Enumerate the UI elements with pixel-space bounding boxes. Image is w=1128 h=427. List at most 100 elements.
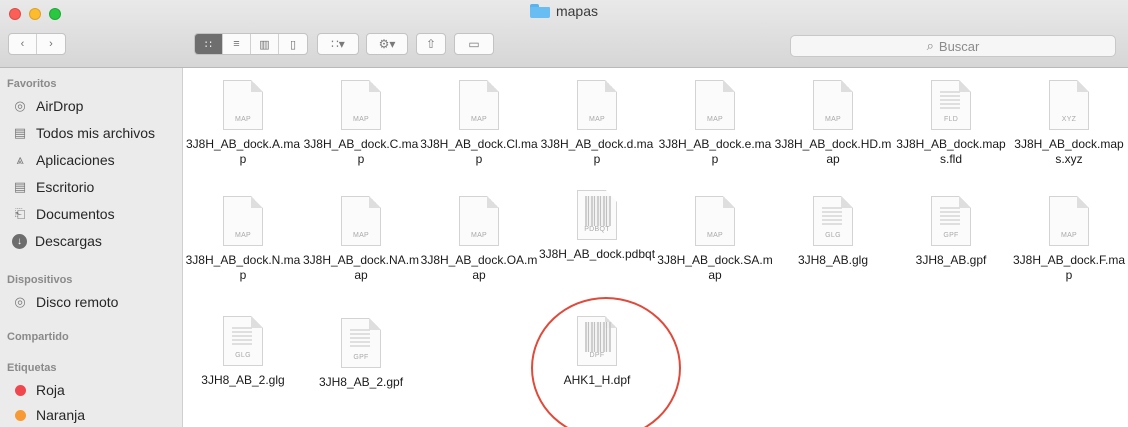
titlebar: mapas ‹ › ∷ ≡ ▥ ▯ ∷▾ ⚙▾ ⇧ ▭ ⌕ Buscar — [0, 0, 1128, 68]
file-item[interactable]: XYZ 3J8H_AB_dock.maps.xyz — [1010, 80, 1128, 167]
file-item[interactable]: GLG 3JH8_AB.glg — [774, 196, 892, 268]
file-item[interactable]: MAP 3J8H_AB_dock.C.map — [302, 80, 420, 167]
file-name: 3J8H_AB_dock.A.map — [185, 137, 301, 166]
file-item[interactable]: GLG 3JH8_AB_2.glg — [184, 316, 302, 388]
document-icon: MAP — [813, 80, 853, 130]
folder-icon — [529, 4, 550, 18]
sidebar-tag-naranja[interactable]: Naranja — [12, 407, 85, 423]
finder-window: mapas ‹ › ∷ ≡ ▥ ▯ ∷▾ ⚙▾ ⇧ ▭ ⌕ Buscar Fav… — [0, 0, 1128, 427]
file-item[interactable]: GPF 3JH8_AB_2.gpf — [302, 318, 420, 390]
file-item[interactable]: FLD 3J8H_AB_dock.maps.fld — [892, 80, 1010, 167]
column-view-button[interactable]: ▥ — [251, 34, 279, 54]
sidebar-item-label: Disco remoto — [36, 294, 119, 310]
file-item[interactable]: MAP 3J8H_AB_dock.Cl.map — [420, 80, 538, 167]
grid-arrange-icon: ∷▾ — [331, 37, 345, 51]
sidebar-item-aplicaciones[interactable]: ⩓ Aplicaciones — [12, 152, 114, 168]
documents-icon: ⎗ — [14, 206, 26, 221]
file-name: 3J8H_AB_dock.HD.map — [774, 137, 892, 166]
document-icon: MAP — [1049, 196, 1089, 246]
file-grid: MAP 3J8H_AB_dock.A.map MAP 3J8H_AB_dock.… — [184, 68, 1128, 427]
all-files-icon: ▤ — [13, 125, 27, 140]
sidebar-heading-compartido: Compartido — [7, 331, 69, 343]
document-icon: XYZ — [1049, 80, 1089, 130]
sidebar-item-todos-mis-archivos[interactable]: ▤ Todos mis archivos — [12, 125, 155, 141]
file-name: 3J8H_AB_dock.Cl.map — [420, 137, 538, 166]
orange-tag-icon — [12, 407, 28, 423]
sidebar-item-descargas[interactable]: ↓ Descargas — [12, 233, 102, 249]
search-placeholder: Buscar — [938, 38, 980, 54]
list-view-button[interactable]: ≡ — [223, 34, 251, 54]
file-item[interactable]: GPF 3JH8_AB.gpf — [892, 196, 1010, 268]
document-icon: MAP — [459, 196, 499, 246]
document-icon: MAP — [341, 196, 381, 246]
sidebar-heading-favoritos: Favoritos — [7, 78, 57, 90]
file-item[interactable]: MAP 3J8H_AB_dock.N.map — [184, 196, 302, 283]
file-name: 3JH8_AB.glg — [797, 253, 869, 267]
sidebar-item-label: Todos mis archivos — [36, 125, 156, 141]
search-field[interactable]: ⌕ Buscar — [790, 35, 1116, 57]
sidebar-item-escritorio[interactable]: ▤ Escritorio — [12, 179, 95, 195]
desktop-icon: ▤ — [13, 179, 27, 194]
file-item[interactable]: MAP 3J8H_AB_dock.d.map — [538, 80, 656, 167]
airdrop-icon: ◎ — [14, 98, 26, 113]
gear-icon: ⚙▾ — [378, 37, 396, 51]
red-tag-icon — [12, 382, 28, 398]
sidebar-item-documentos[interactable]: ⎗ Documentos — [12, 206, 115, 222]
document-icon: GPF — [931, 196, 971, 246]
sidebar-heading-etiquetas: Etiquetas — [7, 362, 57, 374]
document-icon: MAP — [223, 80, 263, 130]
action-button[interactable]: ⚙▾ — [366, 33, 408, 55]
sidebar-item-label: Escritorio — [36, 179, 95, 195]
sidebar-item-label: Documentos — [36, 206, 115, 222]
file-name: 3J8H_AB_dock.pdbqt — [538, 247, 656, 261]
sidebar-item-disco-remoto[interactable]: ◎ Disco remoto — [12, 294, 118, 310]
window-title-text: mapas — [555, 3, 599, 19]
sidebar-item-label: Roja — [36, 382, 65, 398]
remote-disc-icon: ◎ — [14, 294, 26, 309]
document-icon: MAP — [341, 80, 381, 130]
tag-icon: ▭ — [468, 37, 480, 51]
chevron-right-icon[interactable]: › — [37, 34, 65, 54]
file-name: 3J8H_AB_dock.e.map — [658, 137, 772, 166]
sidebar-tag-roja[interactable]: Roja — [12, 382, 65, 398]
document-icon: MAP — [695, 196, 735, 246]
share-button[interactable]: ⇧ — [416, 33, 446, 55]
downloads-icon: ↓ — [12, 233, 27, 249]
chevron-left-icon[interactable]: ‹ — [9, 34, 37, 54]
document-icon: PDBQT — [577, 190, 617, 240]
file-name: 3J8H_AB_dock.N.map — [185, 253, 301, 282]
file-item[interactable]: MAP 3J8H_AB_dock.A.map — [184, 80, 302, 167]
icon-view-button[interactable]: ∷ — [195, 34, 223, 54]
edit-tags-button[interactable]: ▭ — [454, 33, 494, 55]
sidebar-item-airdrop[interactable]: ◎ AirDrop — [12, 98, 83, 114]
document-icon: MAP — [223, 196, 263, 246]
document-icon: MAP — [577, 80, 617, 130]
cover-flow-view-button[interactable]: ▯ — [279, 34, 307, 54]
file-name: 3JH8_AB_2.gpf — [318, 375, 404, 389]
file-item[interactable]: MAP 3J8H_AB_dock.HD.map — [774, 80, 892, 167]
nav-buttons: ‹ › — [8, 33, 66, 55]
file-name: 3J8H_AB_dock.SA.map — [657, 253, 773, 282]
arrange-button[interactable]: ∷▾ — [317, 33, 359, 55]
file-name: 3JH8_AB.gpf — [915, 253, 987, 267]
file-name: 3J8H_AB_dock.OA.map — [420, 253, 538, 282]
annotation-circle — [531, 297, 681, 427]
file-item[interactable]: MAP 3J8H_AB_dock.F.map — [1010, 196, 1128, 283]
file-name: 3J8H_AB_dock.maps.xyz — [1014, 137, 1124, 166]
file-name: 3J8H_AB_dock.C.map — [303, 137, 419, 166]
file-name: 3J8H_AB_dock.maps.fld — [896, 137, 1006, 166]
search-icon: ⌕ — [926, 38, 934, 53]
file-item[interactable]: MAP 3J8H_AB_dock.e.map — [656, 80, 774, 167]
file-item[interactable]: MAP 3J8H_AB_dock.NA.map — [302, 196, 420, 283]
sidebar-heading-dispositivos: Dispositivos — [7, 274, 73, 286]
sidebar: Favoritos ◎ AirDrop ▤ Todos mis archivos… — [0, 68, 183, 427]
file-item[interactable]: MAP 3J8H_AB_dock.OA.map — [420, 196, 538, 283]
file-item[interactable]: MAP 3J8H_AB_dock.SA.map — [656, 196, 774, 283]
document-icon: GLG — [813, 196, 853, 246]
file-item[interactable]: PDBQT 3J8H_AB_dock.pdbqt — [538, 190, 656, 262]
applications-icon: ⩓ — [16, 152, 24, 167]
file-name: 3J8H_AB_dock.d.map — [540, 137, 654, 166]
view-mode-selector: ∷ ≡ ▥ ▯ — [194, 33, 308, 55]
document-icon: MAP — [695, 80, 735, 130]
sidebar-item-label: Naranja — [36, 407, 86, 423]
